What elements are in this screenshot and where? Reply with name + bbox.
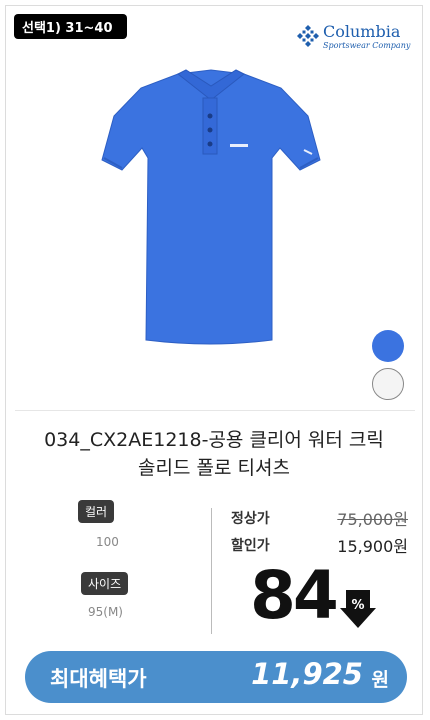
size-option-value: 95(M)	[88, 605, 123, 619]
product-name-line1: 034_CX2AE1218-공용 클리어 워터 크릭	[44, 429, 384, 451]
sale-price-value: 15,900원	[337, 537, 408, 556]
divider	[15, 410, 415, 411]
color-swatch-white[interactable]	[372, 368, 404, 400]
brand-name: Columbia	[323, 22, 401, 41]
max-benefit-label: 최대혜택가	[50, 667, 147, 691]
selection-badge: 선택1) 31~40	[14, 14, 127, 39]
max-benefit-price-bar[interactable]: 최대혜택가 11,925 원	[25, 651, 407, 703]
polo-shirt-image[interactable]	[86, 68, 336, 346]
discount-percent-sign: %	[351, 598, 364, 613]
regular-price-value: 75,000원	[337, 510, 408, 529]
brand-tagline: Sportswear Company	[323, 41, 411, 50]
vertical-divider	[211, 508, 212, 634]
sale-price-label: 할인가	[231, 538, 270, 554]
regular-price-label: 정상가	[231, 511, 270, 527]
discount-down-arrow-icon: %	[340, 590, 376, 628]
product-name-line2: 솔리드 폴로 티셔츠	[138, 457, 290, 479]
max-benefit-unit: 원	[371, 669, 389, 691]
discount-rate: 84	[250, 557, 339, 634]
brand-logo: Columbia Sportswear Company	[296, 22, 410, 54]
product-name[interactable]: 034_CX2AE1218-공용 클리어 워터 크릭 솔리드 폴로 티셔츠	[20, 426, 408, 482]
color-option-value: 100	[96, 535, 119, 549]
max-benefit-price: 11,925	[251, 657, 363, 691]
columbia-diamond-icon	[297, 25, 319, 47]
color-swatch-blue[interactable]	[372, 330, 404, 362]
color-option-label: 컬러	[78, 500, 115, 523]
size-option-label: 사이즈	[81, 572, 129, 595]
